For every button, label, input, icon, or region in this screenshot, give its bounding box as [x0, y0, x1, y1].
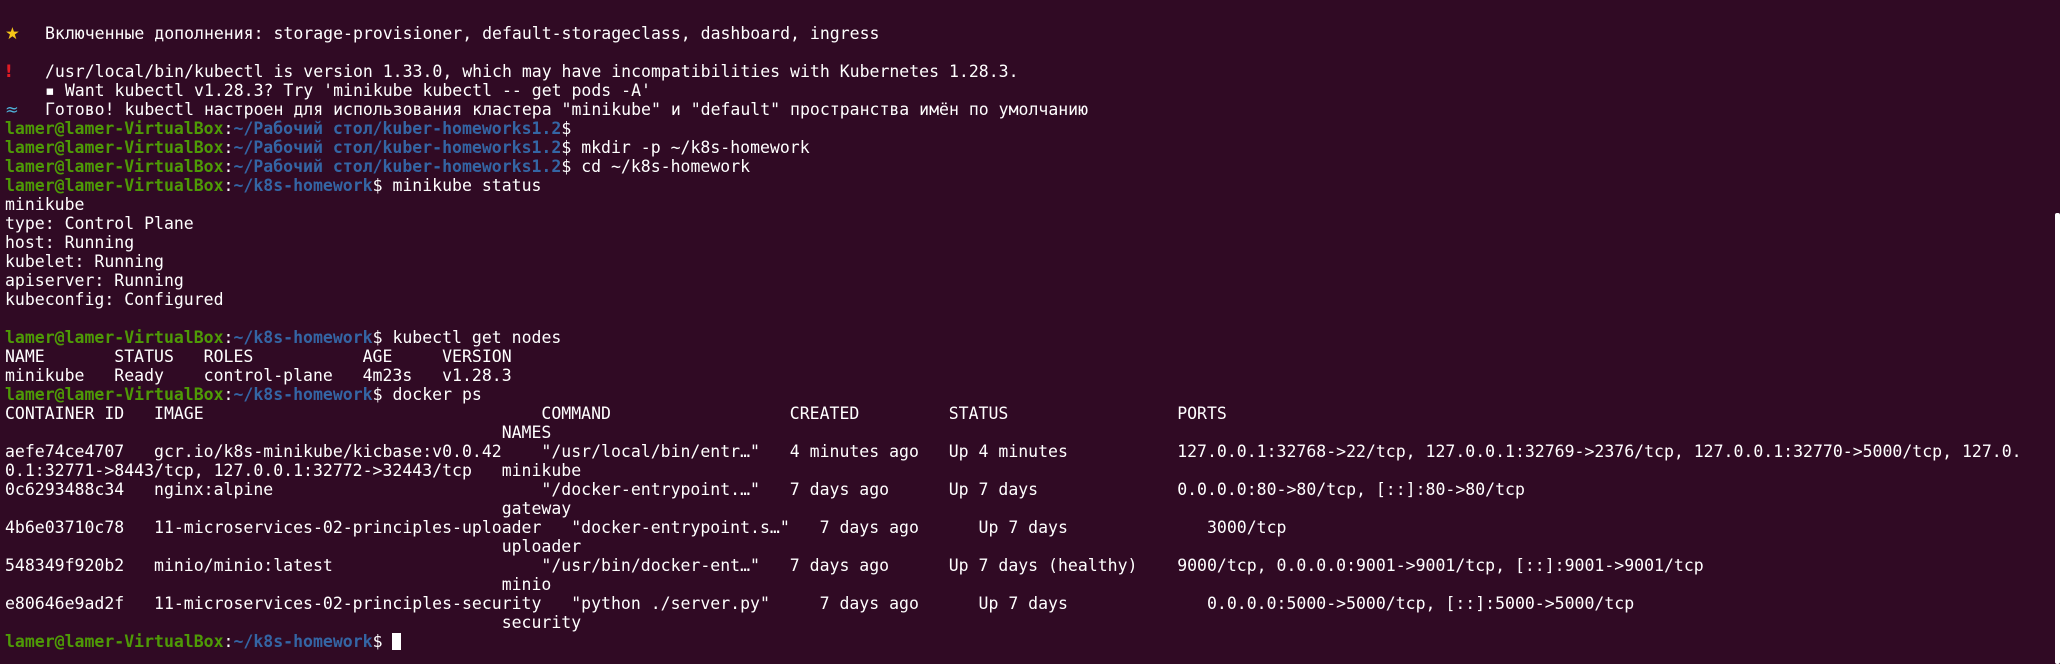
output-line: minio [5, 575, 552, 594]
output-line: kubelet: Running [5, 252, 164, 271]
output-line: 4b6e03710c78 11-microservices-02-princip… [5, 518, 1287, 537]
exclamation-icon: ! [5, 62, 13, 81]
output-line: NAME STATUS ROLES AGE VERSION [5, 347, 512, 366]
prompt-path: ~/k8s-homework [233, 632, 373, 651]
output-line: security [5, 613, 582, 632]
prompt-path: ~/Рабочий стол/kuber-homeworks1.2 [233, 119, 562, 138]
prompt-line: lamer@lamer-VirtualBox:~/k8s-homework$ d… [5, 385, 482, 404]
command-text: cd ~/k8s-homework [581, 157, 751, 176]
output-line: e80646e9ad2f 11-microservices-02-princip… [5, 594, 1635, 613]
done-line: ≈ Готово! kubectl настроен для использова… [5, 100, 2060, 119]
prompt-user: lamer@lamer-VirtualBox [5, 138, 224, 157]
output-line: uploader [5, 537, 582, 556]
output-line: host: Running [5, 233, 135, 252]
scrollbar[interactable] [2055, 213, 2060, 664]
output-line: type: Control Plane [5, 214, 194, 233]
addons-text: Включенные дополнения: storage-provision… [45, 24, 880, 43]
prompt-line: lamer@lamer-VirtualBox:~/Рабочий стол/ku… [5, 119, 572, 138]
star-icon: ★ [5, 24, 20, 43]
prompt-path: ~/Рабочий стол/kuber-homeworks1.2 [233, 157, 562, 176]
warning-text: /usr/local/bin/kubectl is version 1.33.0… [45, 62, 1019, 81]
output-line: gateway [5, 499, 572, 518]
tip-text: ▪ Want kubectl v1.28.3? Try 'minikube ku… [45, 81, 651, 100]
prompt-path: ~/Рабочий стол/kuber-homeworks1.2 [233, 138, 562, 157]
output-line: NAMES [5, 423, 552, 442]
prompt-path: ~/k8s-homework [233, 385, 373, 404]
text-cursor[interactable] [392, 633, 402, 650]
output-line: CONTAINER ID IMAGE COMMAND CREATED STATU… [5, 404, 1227, 423]
output-line: 0.1:32771->8443/tcp, 127.0.0.1:32772->32… [5, 461, 582, 480]
prompt-line[interactable]: lamer@lamer-VirtualBox:~/k8s-homework$ [5, 632, 2060, 651]
prompt-user: lamer@lamer-VirtualBox [5, 632, 224, 651]
warning-line: ! /usr/local/bin/kubectl is version 1.33.… [5, 62, 2060, 81]
output-line: minikube [5, 195, 85, 214]
prompt-user: lamer@lamer-VirtualBox [5, 119, 224, 138]
output-line: minikube Ready control-plane 4m23s v1.28… [5, 366, 512, 385]
prompt-user: lamer@lamer-VirtualBox [5, 157, 224, 176]
prompt-line: lamer@lamer-VirtualBox:~/k8s-homework$ k… [5, 328, 562, 347]
prompt-path: ~/k8s-homework [233, 176, 373, 195]
surfer-icon: ≈ [5, 100, 19, 119]
prompt-user: lamer@lamer-VirtualBox [5, 176, 224, 195]
command-text: mkdir -p ~/k8s-homework [581, 138, 810, 157]
prompt-path: ~/k8s-homework [233, 328, 373, 347]
addons-line: ★ Включенные дополнения: storage-provisio… [5, 24, 2060, 43]
output-line: aefe74ce4707 gcr.io/k8s-minikube/kicbase… [5, 442, 2022, 461]
command-text: minikube status [392, 176, 542, 195]
prompt-line: lamer@lamer-VirtualBox:~/Рабочий стол/ku… [5, 138, 810, 157]
done-text: Готово! kubectl настроен для использован… [45, 100, 1089, 119]
output-line: 548349f920b2 minio/minio:latest "/usr/bi… [5, 556, 1704, 575]
prompt-line: lamer@lamer-VirtualBox:~/Рабочий стол/ku… [5, 157, 751, 176]
command-text: docker ps [392, 385, 482, 404]
tip-line: ▪ Want kubectl v1.28.3? Try 'minikube ku… [5, 81, 2060, 100]
output-line: kubeconfig: Configured [5, 290, 224, 309]
command-text: kubectl get nodes [392, 328, 562, 347]
terminal-window[interactable]: ★ Включенные дополнения: storage-provisio… [0, 0, 2060, 664]
prompt-line: lamer@lamer-VirtualBox:~/k8s-homework$ m… [5, 176, 542, 195]
prompt-user: lamer@lamer-VirtualBox [5, 385, 224, 404]
output-line: apiserver: Running [5, 271, 184, 290]
prompt-user: lamer@lamer-VirtualBox [5, 328, 224, 347]
output-line: 0c6293488c34 nginx:alpine "/docker-entry… [5, 480, 1525, 499]
